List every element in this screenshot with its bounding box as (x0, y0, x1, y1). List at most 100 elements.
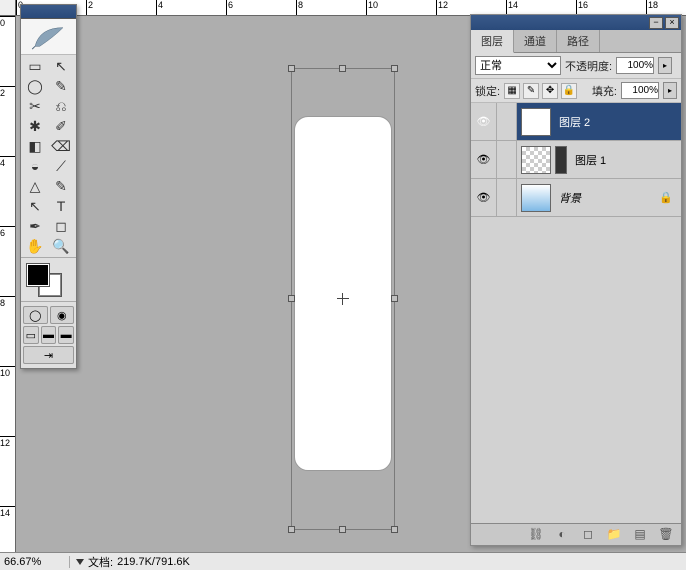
transform-handle-se[interactable] (391, 526, 398, 533)
tab-layers[interactable]: 图层 (471, 30, 514, 53)
quickmask-button[interactable]: ◉ (50, 306, 75, 324)
tool-button-2[interactable]: ◯ (22, 76, 48, 96)
link-column[interactable] (497, 141, 517, 178)
layer-list: 👁 图层 2 👁 图层 1 👁 背景 🔒 (471, 103, 681, 523)
panel-titlebar[interactable]: − × (471, 15, 681, 30)
layer-row-1[interactable]: 👁 图层 1 (471, 141, 681, 179)
new-group-icon[interactable]: 📁 (605, 527, 623, 543)
screenmode-3-button[interactable]: ▬ (58, 326, 74, 344)
ruler-tick: 8 (0, 296, 15, 308)
transform-handle-ne[interactable] (391, 65, 398, 72)
tool-button-13[interactable]: ✎ (48, 176, 74, 196)
doc-value: 219.7K/791.6K (117, 556, 190, 568)
fill-slider-button[interactable]: ▸ (663, 82, 677, 99)
tool-button-7[interactable]: ✐ (48, 116, 74, 136)
ruler-tick: 2 (86, 0, 93, 15)
layer-name[interactable]: 图层 1 (575, 152, 606, 168)
layer-name[interactable]: 图层 2 (559, 114, 590, 130)
tool-button-18[interactable]: ✋ (22, 236, 48, 256)
vertical-ruler[interactable]: 0246810121416 (0, 16, 16, 552)
transform-center-icon[interactable] (337, 293, 349, 305)
jump-to-button[interactable]: ⇥ (23, 346, 74, 364)
tool-button-5[interactable]: ⎌ (48, 96, 74, 116)
layer-mask-thumbnail[interactable] (555, 146, 567, 174)
tool-button-3[interactable]: ✎ (48, 76, 74, 96)
new-layer-icon[interactable]: ▤ (631, 527, 649, 543)
foreground-color-swatch[interactable] (27, 264, 49, 286)
tool-button-8[interactable]: ◧ (22, 136, 48, 156)
tool-button-0[interactable]: ▭ (22, 56, 48, 76)
layer-style-icon[interactable]: ◐ (553, 527, 571, 543)
lock-all-icon[interactable]: 🔒 (561, 83, 577, 99)
opacity-label: 不透明度: (565, 58, 612, 74)
tool-button-6[interactable]: ✱ (22, 116, 48, 136)
feather-icon (30, 23, 68, 51)
ruler-tick: 0 (0, 16, 15, 28)
layer-thumbnail[interactable] (521, 184, 551, 212)
lock-position-icon[interactable]: ✥ (542, 83, 558, 99)
tool-button-9[interactable]: ⌫ (48, 136, 74, 156)
fill-input[interactable] (621, 82, 659, 99)
transform-handle-sw[interactable] (288, 526, 295, 533)
close-icon[interactable]: × (665, 17, 679, 29)
visibility-toggle-icon[interactable]: 👁 (471, 179, 497, 216)
quickmask-standard-button[interactable]: ◯ (23, 306, 48, 324)
screenmode-1-button[interactable]: ▭ (23, 326, 39, 344)
app-logo (21, 19, 76, 55)
transform-handle-s[interactable] (339, 526, 346, 533)
tool-grid: ▭↖◯✎✂⎌✱✐◧⌫◒⟋△✎↖T✒◻✋🔍 (21, 55, 76, 257)
minimize-icon[interactable]: − (649, 17, 663, 29)
lock-pixels-icon[interactable]: ✎ (523, 83, 539, 99)
screenmode-2-button[interactable]: ▬ (41, 326, 57, 344)
opacity-slider-button[interactable]: ▸ (658, 57, 672, 74)
tool-button-4[interactable]: ✂ (22, 96, 48, 116)
layer-row-2[interactable]: 👁 背景 🔒 (471, 179, 681, 217)
lock-indicator-icon: 🔒 (659, 191, 673, 204)
tab-paths[interactable]: 路径 (557, 30, 600, 52)
toolbox-panel: ▭↖◯✎✂⎌✱✐◧⌫◒⟋△✎↖T✒◻✋🔍 ◯◉ ▭▬▬ ⇥ (20, 4, 77, 369)
layer-row-0[interactable]: 👁 图层 2 (471, 103, 681, 141)
visibility-toggle-icon[interactable]: 👁 (471, 103, 497, 140)
ruler-tick: 12 (0, 436, 15, 448)
toolbox-titlebar[interactable] (21, 5, 76, 19)
link-column[interactable] (497, 103, 517, 140)
tool-button-16[interactable]: ✒ (22, 216, 48, 236)
lock-transparency-icon[interactable]: ▦ (504, 83, 520, 99)
tool-button-15[interactable]: T (48, 196, 74, 216)
layer-name[interactable]: 背景 (559, 190, 581, 206)
blend-opacity-row: 正常 不透明度: ▸ (471, 53, 681, 79)
tool-button-11[interactable]: ⟋ (48, 156, 74, 176)
ruler-tick: 10 (0, 366, 15, 378)
link-column[interactable] (497, 179, 517, 216)
zoom-level[interactable]: 66.67% (0, 556, 70, 568)
ruler-tick: 4 (0, 156, 15, 168)
document-info[interactable]: 文档: 219.7K/791.6K (70, 554, 196, 570)
delete-layer-icon[interactable]: 🗑 (657, 527, 675, 543)
ruler-tick: 16 (576, 0, 588, 15)
opacity-input[interactable] (616, 57, 654, 74)
tab-channels[interactable]: 通道 (514, 30, 557, 52)
tool-button-17[interactable]: ◻ (48, 216, 74, 236)
transform-bounding-box[interactable] (291, 68, 395, 530)
blend-mode-select[interactable]: 正常 (475, 56, 561, 75)
tool-button-19[interactable]: 🔍 (48, 236, 74, 256)
ruler-tick: 10 (366, 0, 378, 15)
layer-thumbnail[interactable] (521, 146, 551, 174)
tool-button-12[interactable]: △ (22, 176, 48, 196)
link-layers-icon[interactable]: ⛓ (527, 527, 545, 543)
tool-button-14[interactable]: ↖ (22, 196, 48, 216)
transform-handle-e[interactable] (391, 295, 398, 302)
visibility-toggle-icon[interactable]: 👁 (471, 141, 497, 178)
tool-button-10[interactable]: ◒ (22, 156, 48, 176)
layer-thumbnail[interactable] (521, 108, 551, 136)
toolbox-footer: ◯◉ ▭▬▬ ⇥ (21, 301, 76, 368)
layer-mask-icon[interactable]: ◻ (579, 527, 597, 543)
transform-handle-n[interactable] (339, 65, 346, 72)
tool-button-1[interactable]: ↖ (48, 56, 74, 76)
ruler-tick: 12 (436, 0, 448, 15)
transform-handle-nw[interactable] (288, 65, 295, 72)
ruler-origin[interactable] (0, 0, 16, 16)
transform-handle-w[interactable] (288, 295, 295, 302)
doc-label: 文档: (88, 554, 113, 570)
panel-tabs: 图层 通道 路径 (471, 30, 681, 53)
